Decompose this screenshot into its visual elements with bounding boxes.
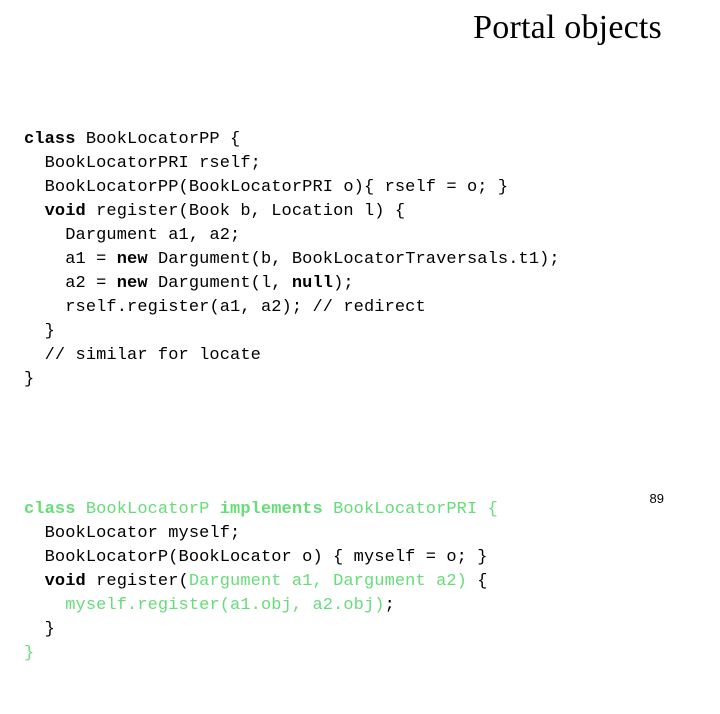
code-line: void register(Dargument a1, Dargument a2… [24,570,704,594]
code-token: null [291,274,334,293]
code-line: a2 = new Dargument(l, null); [24,272,704,296]
code-line: } [24,320,704,344]
code-token: BookLocatorPRI rself; [44,154,261,173]
code-token: Dargument a1, Dargument a2) [188,572,467,591]
code-token: } [44,620,55,639]
code-token: ); [333,274,354,293]
code-token: implements [219,500,334,519]
code-token: myself.register(a1.obj, a2.obj) [65,596,385,615]
code-token: rself.register(a1, a2); // redirect [65,298,426,317]
code-line: } [24,642,704,666]
page-title: Portal objects [473,9,662,46]
code-line: BookLocatorP(BookLocator o) { myself = o… [24,546,704,570]
code-token: BookLocatorPP(BookLocatorPRI o){ rself =… [44,178,509,197]
code-token: { [467,572,488,591]
code-line: class BookLocatorP implements BookLocato… [24,498,704,522]
code-token: Dargument a1, a2; [65,226,241,245]
code-token: register( [96,572,189,591]
code-line: rself.register(a1, a2); // redirect [24,296,704,320]
code-token: BookLocator myself; [44,524,241,543]
code-line: } [24,618,704,642]
code-line: BookLocator myself; [24,522,704,546]
code-token: // similar for locate [44,346,261,365]
code-line: void register(Book b, Location l) { [24,200,704,224]
code-token: new [116,250,158,269]
page-number: 89 [649,491,664,506]
code-line: class BookLocatorPP { [24,128,704,152]
code-line: BookLocatorPRI rself; [24,152,704,176]
code-listing: class BookLocatorPP { BookLocatorPRI rse… [24,80,704,714]
code-token: Dargument(b, BookLocatorTraversals.t1); [157,250,560,269]
code-token: void [44,572,97,591]
code-token: a1 = [65,250,117,269]
code-line: myself.register(a1.obj, a2.obj); [24,594,704,618]
slide-canvas: Portal objects class BookLocatorPP { Boo… [0,0,720,663]
code-token: } [44,322,55,341]
code-line: // similar for locate [24,344,704,368]
code-token: register(Book b, Location l) { [96,202,406,221]
code-block-spacer [24,440,704,450]
code-token: class [24,130,86,149]
code-block-portal-p: class BookLocatorP implements BookLocato… [24,498,704,666]
code-token: BookLocatorP [85,500,220,519]
code-token: new [116,274,158,293]
code-token: void [44,202,97,221]
code-token: Dargument(l, [157,274,292,293]
code-token: a2 = [65,274,117,293]
code-token: BookLocatorPP { [85,130,241,149]
code-line: Dargument a1, a2; [24,224,704,248]
code-token: } [24,644,35,663]
code-line: a1 = new Dargument(b, BookLocatorTravers… [24,248,704,272]
code-token: BookLocatorPRI { [333,500,498,519]
code-token: } [24,370,35,389]
code-token: class [24,500,86,519]
code-token: BookLocatorP(BookLocator o) { myself = o… [44,548,488,567]
code-line: } [24,368,704,392]
code-line: BookLocatorPP(BookLocatorPRI o){ rself =… [24,176,704,200]
code-token: ; [384,596,395,615]
code-block-portal-pp: class BookLocatorPP { BookLocatorPRI rse… [24,128,704,392]
